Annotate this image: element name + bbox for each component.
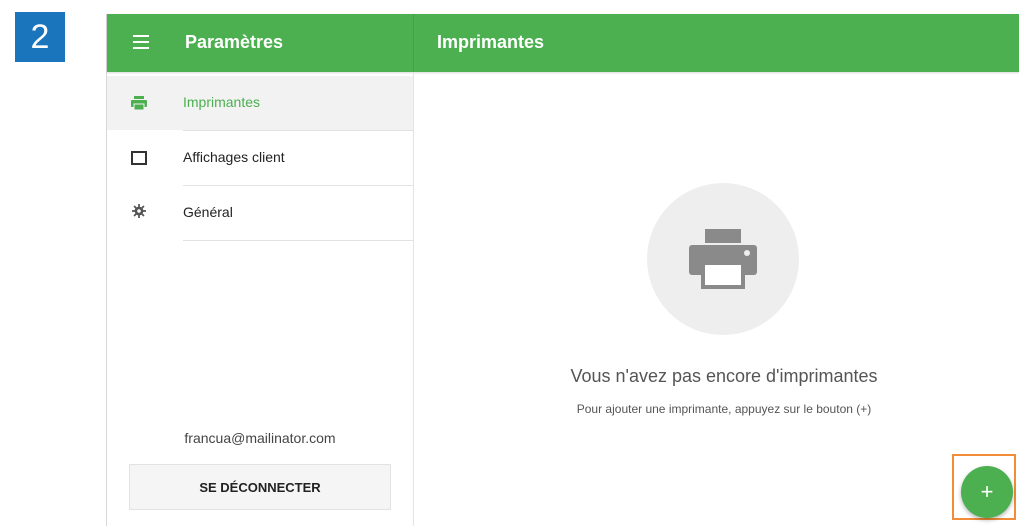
plus-icon: + xyxy=(980,479,994,504)
sidebar-item-label: Imprimantes xyxy=(183,94,261,110)
add-printer-button[interactable]: + xyxy=(961,466,1013,518)
settings-title: Paramètres xyxy=(185,32,284,52)
page-title: Imprimantes xyxy=(437,32,545,52)
hamburger-menu-icon[interactable] xyxy=(133,35,149,49)
empty-state-illustration xyxy=(647,183,799,335)
printer-icon xyxy=(689,229,757,289)
sidebar-item-imprimantes[interactable]: Imprimantes xyxy=(107,76,413,130)
topbar-divider xyxy=(413,14,414,72)
top-app-bar: Paramètres Imprimantes xyxy=(107,14,1019,72)
gear-icon xyxy=(132,204,146,218)
sidebar-item-label: Général xyxy=(183,204,233,220)
settings-sidebar: Imprimantes Affichages client Général fr… xyxy=(107,72,414,526)
step-number-badge: 2 xyxy=(15,12,65,62)
display-icon xyxy=(131,151,147,165)
empty-state-title: Vous n'avez pas encore d'imprimantes xyxy=(570,366,878,386)
settings-app-window: Paramètres Imprimantes Imprimantes Affic… xyxy=(106,14,1019,526)
nav-divider xyxy=(183,240,413,241)
printers-panel: Vous n'avez pas encore d'imprimantes Pou… xyxy=(414,72,1019,526)
sidebar-item-general[interactable]: Général xyxy=(107,186,413,240)
empty-state-hint: Pour ajouter une imprimante, appuyez sur… xyxy=(576,402,872,416)
account-email: francua@mailinator.com xyxy=(184,430,336,446)
sidebar-item-affichages-client[interactable]: Affichages client xyxy=(107,131,413,185)
sidebar-item-label: Affichages client xyxy=(183,149,285,165)
printer-icon xyxy=(131,96,147,110)
logout-button[interactable]: SE DÉCONNECTER xyxy=(129,464,391,510)
